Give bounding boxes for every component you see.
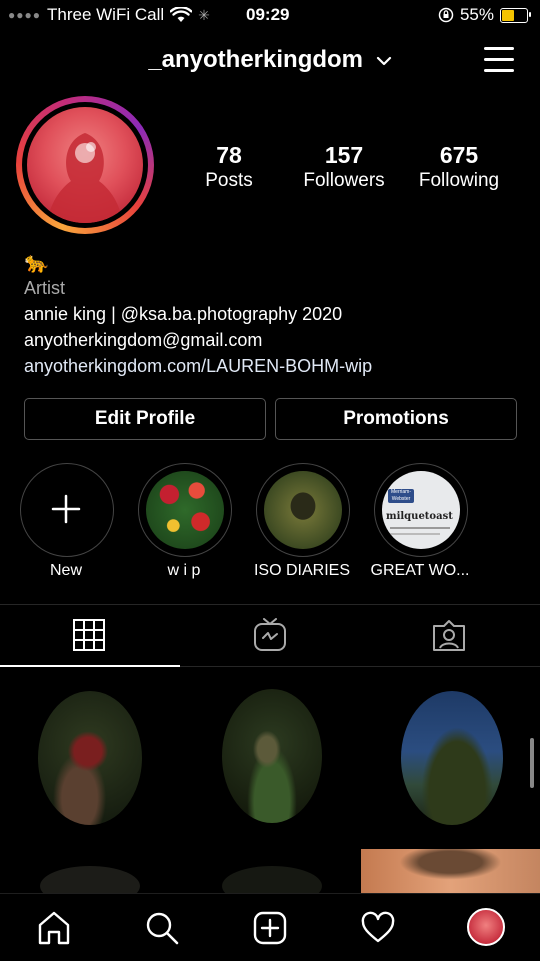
stat-posts[interactable]: 78 Posts <box>164 141 294 193</box>
followers-count: 157 <box>324 142 364 168</box>
tab-grid[interactable] <box>72 618 106 652</box>
search-icon <box>146 912 179 945</box>
grid-post[interactable] <box>0 667 179 846</box>
nav-activity[interactable] <box>360 910 396 946</box>
carrier-group: ●●●● Three WiFi Call ✳ <box>8 5 210 25</box>
wifi-icon <box>170 7 193 22</box>
edit-profile-button[interactable]: Edit Profile <box>24 398 266 440</box>
hamburger-menu-icon[interactable] <box>484 46 514 74</box>
scroll-indicator[interactable] <box>530 738 534 788</box>
highlight-great-words[interactable]: Merriam-Webster milquetoast <box>374 463 468 557</box>
dictionary-word: milquetoast <box>386 511 453 522</box>
new-highlight-button[interactable] <box>20 463 114 557</box>
posts-count: 78 <box>216 142 242 168</box>
grid-post[interactable] <box>361 849 540 893</box>
bio-category: Artist <box>24 278 66 298</box>
chevron-down-icon <box>376 56 391 65</box>
highlight-thumbnail-wip <box>146 471 224 549</box>
account-switcher[interactable]: _anyotherkingdom <box>0 46 540 74</box>
following-count: 675 <box>439 142 479 168</box>
dictionary-logo: Merriam-Webster <box>388 489 414 503</box>
highlight-label-iso: ISO DIARIES <box>253 562 351 579</box>
posts-label: Posts <box>205 170 253 191</box>
activity-heart-icon <box>361 911 395 943</box>
post-thumbnail <box>222 689 322 823</box>
avatar-figure <box>47 133 123 223</box>
username-title: _anyotherkingdom <box>148 46 364 73</box>
orientation-lock-icon <box>438 7 454 23</box>
plus-icon <box>51 494 81 524</box>
highlight-thumbnail-dictionary: Merriam-Webster milquetoast <box>382 471 460 549</box>
highlight-label-wip: w i p <box>167 562 201 579</box>
tagged-icon <box>433 620 465 651</box>
nav-profile-avatar[interactable] <box>467 908 505 946</box>
carrier-name: Three WiFi Call <box>47 5 165 24</box>
grid-post[interactable] <box>180 667 359 846</box>
highlight-iso-diaries[interactable] <box>256 463 350 557</box>
nav-search[interactable] <box>144 910 180 946</box>
nav-new-post[interactable] <box>252 910 288 946</box>
following-label: Following <box>418 170 500 191</box>
battery-percent: 55% <box>459 5 494 24</box>
status-right: 55% <box>438 5 531 25</box>
promotions-button[interactable]: Promotions <box>275 398 517 440</box>
grid-icon <box>73 619 105 651</box>
grid-post[interactable] <box>361 667 540 846</box>
tabs-divider <box>0 604 540 605</box>
new-post-icon <box>253 911 287 945</box>
activity-spinner-icon: ✳ <box>198 6 210 23</box>
bio-website-link[interactable]: anyotherkingdom.com/LAUREN-BOHM-wip <box>24 353 372 379</box>
status-bar: ●●●● Three WiFi Call ✳ 09:29 55% <box>0 0 540 32</box>
bio-text: annie king | @ksa.ba.photography 2020 <box>24 304 343 324</box>
bio-email[interactable]: anyotherkingdom@gmail.com <box>24 327 262 353</box>
bio-emoji: 🐆 <box>24 252 49 274</box>
post-thumbnail <box>38 691 142 825</box>
nav-home[interactable] <box>36 910 72 946</box>
stat-followers[interactable]: 157 Followers <box>279 141 409 193</box>
followers-label: Followers <box>303 170 385 191</box>
post-thumbnail <box>401 691 503 825</box>
tab-igtv[interactable] <box>253 618 287 652</box>
battery-icon <box>500 7 531 23</box>
highlight-wip[interactable] <box>138 463 232 557</box>
highlight-label-great: GREAT WO... <box>370 562 470 579</box>
igtv-icon <box>254 618 286 651</box>
profile-avatar[interactable] <box>27 107 143 223</box>
status-time: 09:29 <box>246 5 290 24</box>
stat-following[interactable]: 675 Following <box>394 141 524 193</box>
home-icon <box>38 911 70 945</box>
highlight-thumbnail-iso <box>264 471 342 549</box>
signal-dots-icon: ●●●● <box>8 8 41 22</box>
tab-tagged[interactable] <box>432 618 466 652</box>
highlight-label-new: New <box>49 562 82 579</box>
